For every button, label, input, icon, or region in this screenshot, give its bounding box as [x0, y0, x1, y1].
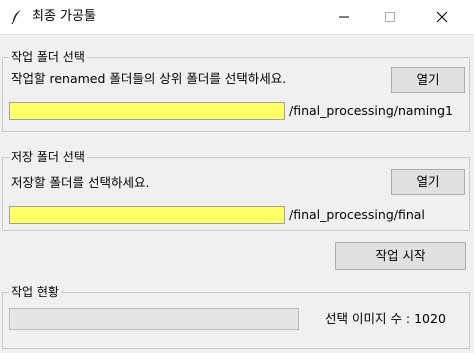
- save-folder-path-highlight: [9, 206, 285, 224]
- close-button[interactable]: [420, 0, 464, 34]
- work-folder-group: 작업 폴더 선택 작업할 renamed 폴더들의 상위 폴더를 선택하세요. …: [2, 49, 470, 132]
- work-folder-path-row: /final_processing/naming1: [9, 102, 465, 120]
- maximize-icon: [385, 12, 395, 22]
- title-bar: 최종 가공툴: [0, 0, 474, 35]
- status-group: 작업 현황 선택 이미지 수 : 1020: [2, 284, 470, 349]
- feather-icon: [10, 9, 24, 25]
- status-group-label: 작업 현황: [9, 284, 61, 300]
- save-folder-group: 저장 폴더 선택 저장할 폴더를 선택하세요. 열기 /final_proces…: [2, 149, 470, 231]
- save-folder-open-button[interactable]: 열기: [391, 169, 465, 195]
- work-folder-path-highlight: [9, 102, 285, 120]
- work-folder-group-label: 작업 폴더 선택: [9, 49, 87, 65]
- minimize-button[interactable]: [322, 0, 366, 34]
- save-folder-path: /final_processing/final: [289, 207, 425, 222]
- save-folder-description: 저장할 폴더를 선택하세요.: [11, 175, 150, 190]
- close-icon: [436, 11, 448, 23]
- work-folder-description: 작업할 renamed 폴더들의 상위 폴더를 선택하세요.: [11, 71, 287, 86]
- work-folder-path: /final_processing/naming1: [289, 103, 454, 118]
- window-title: 최종 가공툴: [32, 9, 96, 24]
- save-folder-group-label: 저장 폴더 선택: [9, 149, 87, 165]
- start-work-button[interactable]: 작업 시작: [335, 242, 466, 270]
- work-folder-open-button[interactable]: 열기: [391, 67, 465, 93]
- minimize-icon: [339, 16, 349, 18]
- selected-image-count: 선택 이미지 수 : 1020: [325, 311, 446, 326]
- maximize-button[interactable]: [368, 0, 412, 34]
- progress-bar: [9, 308, 299, 330]
- save-folder-path-row: /final_processing/final: [9, 206, 465, 224]
